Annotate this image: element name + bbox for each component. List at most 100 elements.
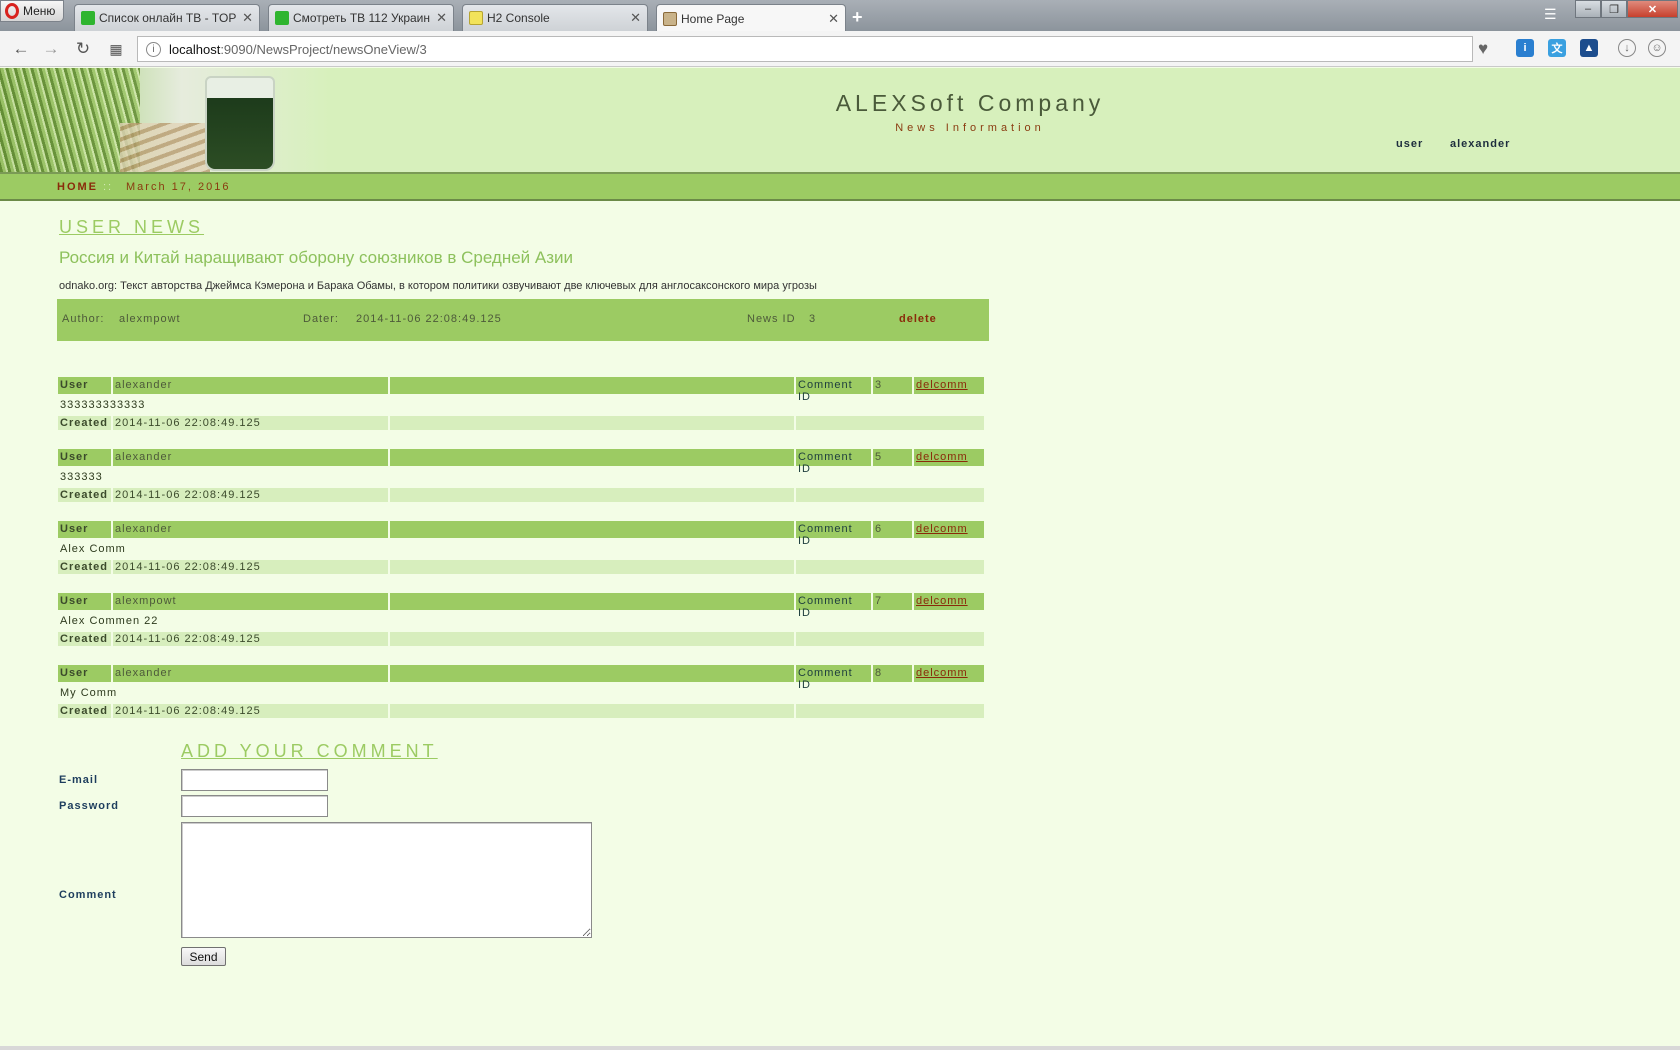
tab-favicon-icon [81, 11, 95, 25]
tab-favicon-icon [663, 11, 677, 26]
comment-user-label: User [58, 665, 111, 682]
bookmark-heart-icon[interactable]: ♥ [1478, 39, 1488, 59]
comment-id-label: Comment ID [796, 449, 871, 475]
speed-dial-grid-icon[interactable]: ▦ [106, 41, 126, 58]
back-arrow-icon[interactable]: ← [11, 39, 31, 59]
comment-created-value: 2014-11-06 22:08:49.125 [113, 488, 388, 502]
tab-close-icon[interactable]: ✕ [242, 10, 253, 26]
user-label: user [1396, 138, 1424, 150]
comment-created-value: 2014-11-06 22:08:49.125 [113, 560, 388, 574]
comment-user-value: alexander [113, 521, 388, 538]
comment-id-value: 3 [873, 377, 912, 394]
comment-spacer-cell [796, 560, 984, 574]
comment-spacer-cell [390, 704, 794, 718]
comment-created-value: 2014-11-06 22:08:49.125 [113, 704, 388, 718]
url-host: localhost [169, 41, 221, 57]
news-id-value: 3 [809, 313, 817, 325]
tab-close-icon[interactable]: ✕ [436, 10, 447, 26]
site-subtitle: News Information [895, 122, 1045, 134]
comment-id-value: 5 [873, 449, 912, 466]
comment-block: User alexmpowt Comment ID 7 delcomm Alex… [58, 593, 984, 653]
current-date: March 17, 2016 [126, 181, 231, 193]
extension-info-icon[interactable]: i [1516, 39, 1534, 57]
comment-spacer-cell [390, 632, 794, 646]
comment-id-value: 6 [873, 521, 912, 538]
extension-translate-icon[interactable]: 文 [1548, 39, 1566, 57]
tab-title: Список онлайн ТВ - TOP [99, 11, 237, 25]
add-comment-title: ADD YOUR COMMENT [181, 741, 438, 761]
comment-spacer-cell [390, 488, 794, 502]
delete-comment-link[interactable]: delcomm [916, 451, 968, 463]
site-header: ALEXSoft Company News Information user a… [0, 68, 1680, 172]
comment-textarea[interactable] [181, 822, 592, 938]
comment-created-label: Created [58, 488, 111, 502]
url-field[interactable]: i localhost :9090/NewsProject/newsOneVie… [137, 36, 1473, 62]
comment-header-row: User alexander Comment ID 8 delcomm [58, 665, 984, 691]
comment-created-row: Created 2014-11-06 22:08:49.125 [58, 704, 984, 718]
comment-text: Alex Comm [60, 543, 126, 555]
comment-spacer-cell [390, 665, 794, 682]
delete-comment-link[interactable]: delcomm [916, 667, 968, 679]
comment-user-label: User [58, 377, 111, 394]
tab-close-icon[interactable]: ✕ [828, 11, 839, 27]
comment-text: My Comm [60, 687, 118, 699]
comment-text: 333333 [60, 471, 103, 483]
comment-id-value: 7 [873, 593, 912, 610]
comment-user-value: alexander [113, 665, 388, 682]
tab-favicon-icon [275, 11, 289, 25]
comment-created-row: Created 2014-11-06 22:08:49.125 [58, 560, 984, 574]
send-button[interactable]: Send [181, 947, 226, 966]
browser-menu-button[interactable]: Меню [0, 0, 64, 22]
tab-title: Смотреть ТВ 112 Украина [293, 11, 431, 25]
tab-1[interactable]: Список онлайн ТВ - TOP ✕ [74, 4, 260, 31]
tab-4-active[interactable]: Home Page ✕ [656, 4, 846, 32]
tab-menu-icon[interactable]: ☰ [1544, 6, 1557, 23]
browser-menu-label: Меню [23, 4, 56, 18]
opera-logo-icon [5, 3, 19, 19]
close-window-icon[interactable]: ✕ [1627, 0, 1678, 18]
forward-arrow-icon[interactable]: → [41, 39, 61, 59]
comment-header-row: User alexmpowt Comment ID 7 delcomm [58, 593, 984, 619]
tab-2[interactable]: Смотреть ТВ 112 Украина ✕ [268, 4, 454, 31]
comment-id-label: Comment ID [796, 521, 871, 547]
site-info-icon[interactable]: i [146, 41, 161, 57]
password-label: Password [59, 800, 119, 812]
home-link[interactable]: HOME [57, 181, 98, 193]
password-field[interactable] [181, 795, 328, 817]
new-tab-plus-icon[interactable]: + [852, 7, 863, 28]
grass-image [0, 68, 140, 172]
comment-user-label: User [58, 593, 111, 610]
address-bar: ← → ↻ ▦ i localhost :9090/NewsProject/ne… [0, 31, 1680, 67]
comment-id-label: Comment ID [796, 377, 871, 403]
comment-created-label: Created [58, 632, 111, 646]
browser-tab-bar: Меню Список онлайн ТВ - TOP ✕ Смотреть Т… [0, 0, 1680, 32]
delete-comment-link[interactable]: delcomm [916, 595, 968, 607]
comment-user-label: User [58, 449, 111, 466]
comment-text: Alex Commen 22 [60, 615, 159, 627]
tab-3[interactable]: H2 Console ✕ [462, 4, 648, 31]
comment-id-label: Comment ID [796, 593, 871, 619]
delete-comment-cell: delcomm [914, 377, 984, 394]
email-field[interactable] [181, 769, 328, 791]
extension-image-icon[interactable]: ▲ [1580, 39, 1598, 57]
tab-close-icon[interactable]: ✕ [630, 10, 641, 26]
comment-user-value: alexmpowt [113, 593, 388, 610]
delete-comment-cell: delcomm [914, 593, 984, 610]
comment-label: Comment [59, 889, 117, 901]
minimize-icon[interactable]: – [1575, 0, 1601, 18]
section-title[interactable]: USER NEWS [59, 217, 204, 238]
comment-user-value: alexander [113, 449, 388, 466]
comment-user-label: User [58, 521, 111, 538]
delete-comment-link[interactable]: delcomm [916, 523, 968, 535]
header-photo [0, 68, 330, 172]
comment-text: 333333333333 [60, 399, 146, 411]
download-icon[interactable]: ↓ [1618, 39, 1636, 57]
comment-created-value: 2014-11-06 22:08:49.125 [113, 632, 388, 646]
maximize-icon[interactable]: ❐ [1601, 0, 1627, 18]
delete-news-link[interactable]: delete [899, 313, 937, 325]
tab-title: Home Page [681, 11, 745, 26]
delete-comment-link[interactable]: delcomm [916, 379, 968, 391]
account-icon[interactable]: ☺ [1648, 39, 1666, 57]
comment-block: User alexander Comment ID 5 delcomm 3333… [58, 449, 984, 509]
reload-icon[interactable]: ↻ [73, 39, 93, 59]
